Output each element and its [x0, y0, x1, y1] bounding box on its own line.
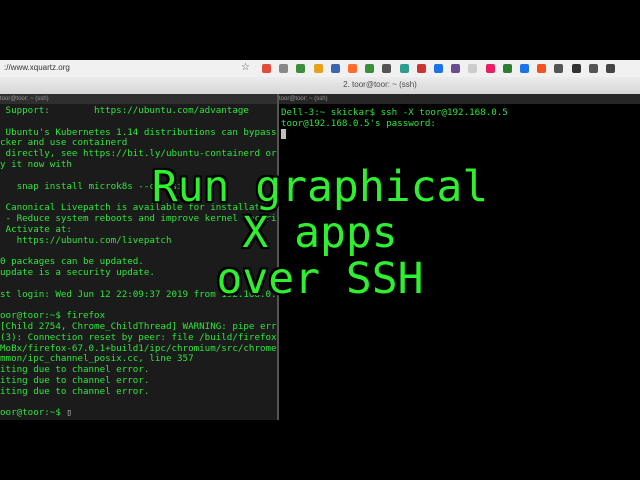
url-text[interactable]: ://www.xquartz.org	[4, 63, 70, 72]
left-terminal-line: [Child 2754, Chrome_ChildThread] WARNING…	[0, 321, 279, 332]
left-terminal-tab-label: toor@toor: ~ (ssh)	[0, 96, 49, 102]
browser-extension-icon[interactable]	[348, 64, 357, 73]
browser-extension-icon[interactable]	[434, 64, 443, 73]
window-title: 2. toor@toor: ~ (ssh)	[343, 80, 417, 89]
browser-extension-icon[interactable]	[554, 64, 564, 73]
browser-extension-icon[interactable]	[330, 64, 340, 73]
browser-extension-icon[interactable]	[296, 64, 306, 73]
left-terminal-line: mmon/ipc_channel_posix.cc, line 357	[0, 353, 194, 365]
headline-line-2: X apps	[242, 208, 398, 258]
left-terminal-cursor: ▯	[66, 407, 72, 419]
browser-extension-icon[interactable]	[537, 64, 547, 73]
top-black-band	[0, 0, 640, 60]
right-terminal-tab[interactable]: toor@toor: ~ (ssh)	[279, 94, 640, 104]
browser-extension-icon[interactable]	[262, 64, 271, 73]
browser-extension-icon[interactable]	[451, 64, 461, 73]
left-terminal-tab[interactable]: toor@toor: ~ (ssh)	[0, 94, 277, 104]
left-terminal-line: iting due to channel error.	[0, 375, 150, 386]
browser-extension-icon[interactable]	[520, 64, 529, 73]
browser-extension-icon[interactable]	[399, 64, 409, 73]
browser-extension-icon[interactable]	[588, 64, 598, 73]
left-terminal-line: MoBx/firefox-67.0.1+build1/ipc/chromium/…	[0, 342, 279, 354]
left-terminal-line: Ubuntu's Kubernetes 1.14 distributions c…	[0, 126, 277, 138]
browser-extension-icon[interactable]	[279, 64, 289, 73]
left-terminal-line: iting due to channel error.	[0, 364, 150, 376]
right-terminal-line: Dell-3:~ skickar$ ssh -X toor@192.168.0.…	[281, 107, 508, 118]
browser-extension-icon[interactable]	[502, 64, 512, 73]
left-terminal-line: Support: https://ubuntu.com/advantage	[0, 105, 249, 116]
browser-extension-icon[interactable]	[571, 64, 581, 73]
left-terminal-line: cker and use containerd	[0, 137, 128, 149]
headline-line-3: over SSH	[216, 254, 424, 304]
headline-line-1: Run graphical	[151, 162, 489, 212]
browser-extension-icon[interactable]	[416, 64, 426, 73]
browser-extension-icon[interactable]	[468, 64, 478, 73]
browser-extension-icon[interactable]	[382, 64, 392, 73]
bookmark-star-icon[interactable]: ☆	[241, 62, 250, 73]
browser-extension-icon[interactable]	[313, 64, 323, 73]
left-terminal-line: (3): Connection reset by peer: file /bui…	[0, 331, 279, 343]
bottom-black-band	[0, 420, 640, 480]
browser-address-bar[interactable]: ://www.xquartz.org ☆	[0, 60, 640, 78]
left-terminal-line: oor@toor:~$ ▯	[0, 407, 72, 419]
window-title-bar[interactable]: 2. toor@toor: ~ (ssh)	[0, 77, 640, 95]
browser-extension-icon[interactable]	[606, 64, 615, 73]
left-terminal-line: oor@toor:~$ firefox	[0, 310, 106, 322]
browser-extension-icon[interactable]	[485, 64, 495, 73]
terminal-cursor	[281, 129, 286, 139]
right-terminal-tab-label: toor@toor: ~ (ssh)	[279, 96, 328, 102]
browser-extension-icon[interactable]	[365, 64, 375, 73]
right-terminal-line: toor@192.168.0.5's password:	[281, 118, 436, 129]
left-terminal-line: iting due to channel error.	[0, 385, 150, 397]
left-terminal-line: directly, see https://bit.ly/ubuntu-cont…	[0, 148, 277, 160]
